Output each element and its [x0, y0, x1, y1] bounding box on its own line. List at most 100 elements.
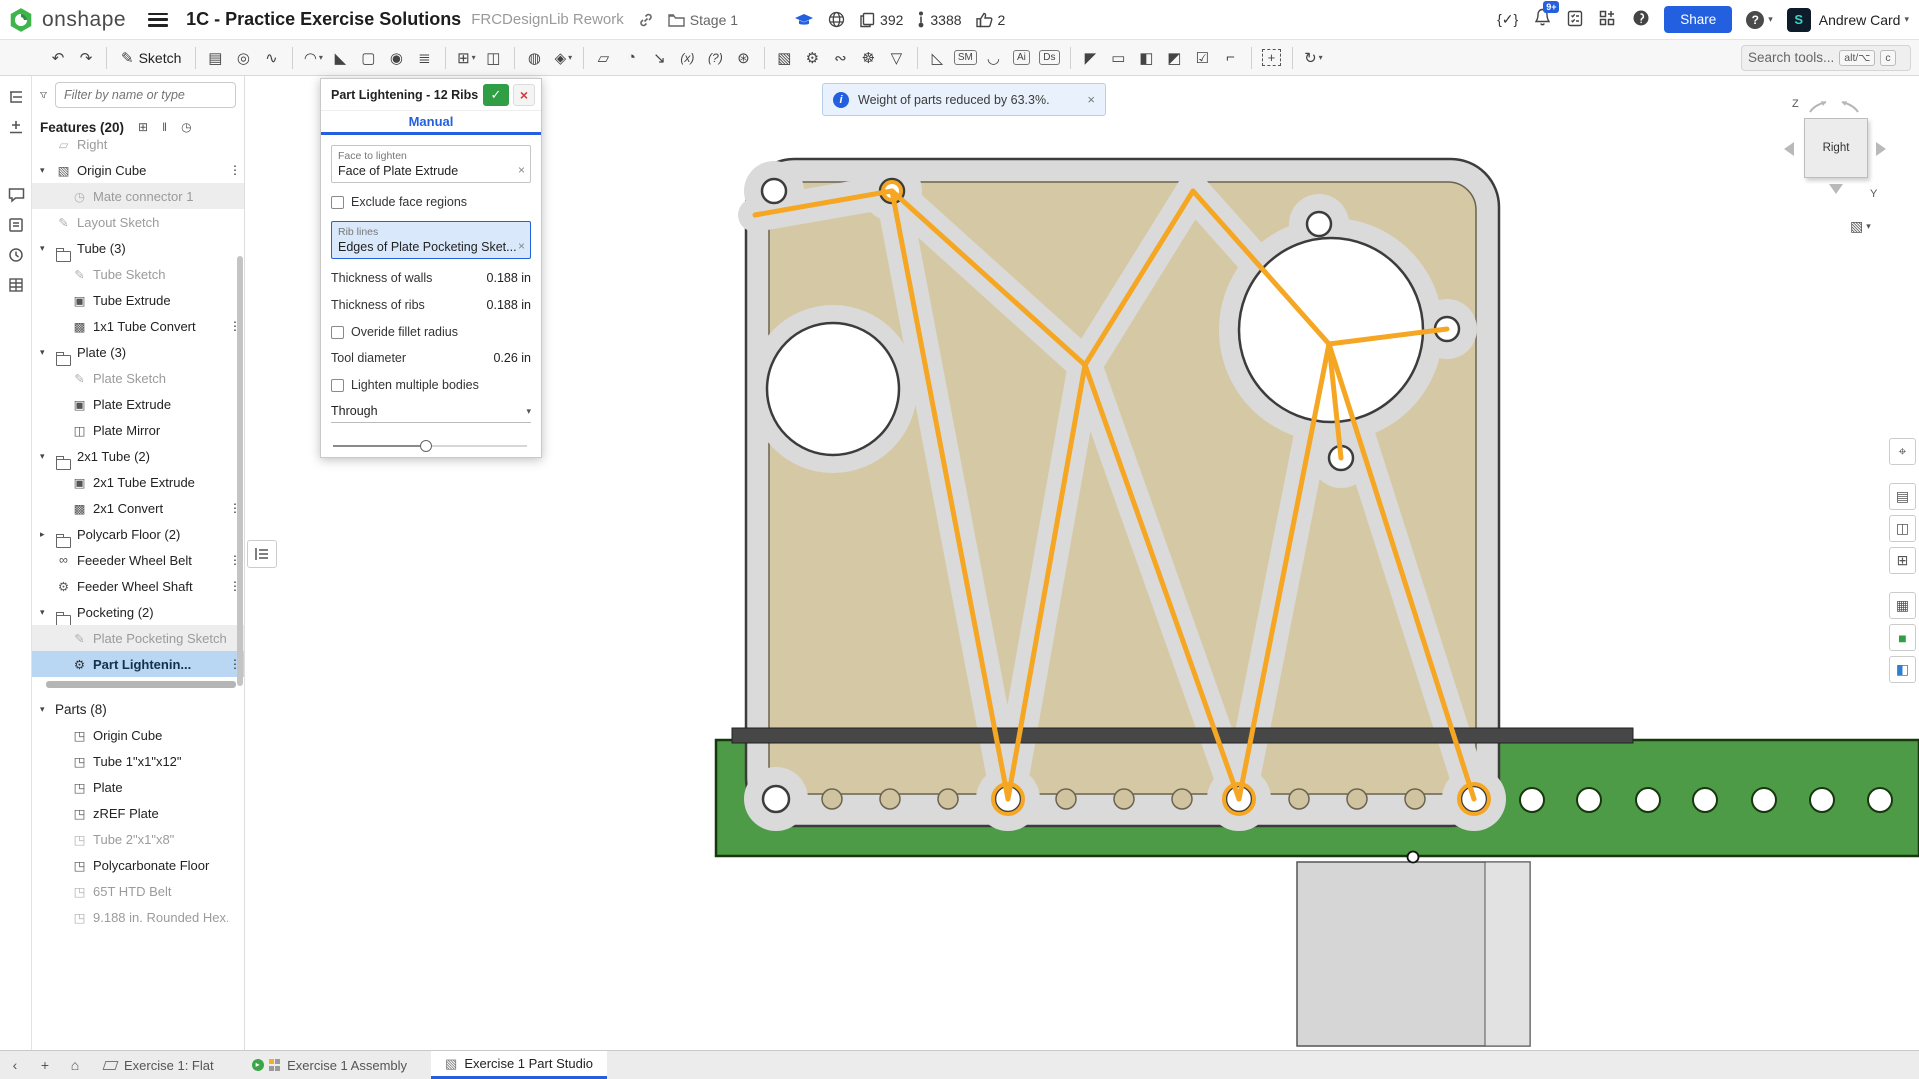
part-row[interactable]: ◳ Polycarbonate Floor: [32, 852, 244, 878]
face-to-lighten-field[interactable]: Face to lighten Face of Plate Extrude ×: [331, 145, 531, 183]
add-tab-icon[interactable]: +: [30, 1051, 60, 1079]
fs-search-icon[interactable]: (?): [703, 45, 729, 71]
feature-row[interactable]: ▾ Tube (3): [32, 235, 244, 261]
tool-icon[interactable]: [292, 47, 293, 69]
part-row[interactable]: ◳ 9.188 in. Rounded Hex...: [32, 904, 244, 930]
structure-icon[interactable]: [0, 82, 32, 112]
named-views-icon[interactable]: ◫: [1889, 515, 1916, 542]
feature-row[interactable]: ▾ Pocketing (2): [32, 599, 244, 625]
tab-exercise-1-flat[interactable]: Exercise 1: Flat: [90, 1051, 228, 1079]
user-caret-icon[interactable]: ▾: [1904, 14, 1909, 25]
fillet-icon[interactable]: ◠▾: [300, 45, 326, 71]
snapshot-icon[interactable]: ⌖: [1889, 438, 1916, 465]
tree-vertical-scrollbar[interactable]: [237, 256, 243, 686]
feature-list-flyout-button[interactable]: [247, 540, 277, 568]
primitive-cube-icon[interactable]: ▧: [772, 45, 798, 71]
tool-diameter-input[interactable]: 0.26 in: [493, 351, 531, 365]
replace-face-icon[interactable]: ◧: [1134, 45, 1160, 71]
appearance-panel-icon[interactable]: ■: [1889, 624, 1916, 651]
onshape-logo-icon[interactable]: [8, 7, 34, 33]
dialog-title-bar[interactable]: Part Lightening - 12 Ribs ✓ ×: [321, 79, 541, 111]
fork-icon[interactable]: [917, 11, 925, 28]
view-options-icon[interactable]: ⊞: [1889, 547, 1916, 574]
plane-icon[interactable]: ▱: [591, 45, 617, 71]
share-button[interactable]: Share: [1664, 6, 1732, 33]
slider-handle[interactable]: [420, 440, 432, 452]
feature-row[interactable]: ✎ Tube Sketch: [32, 261, 244, 287]
feature-row[interactable]: ✎ Plate Pocketing Sketch: [32, 625, 244, 651]
cancel-button[interactable]: ×: [513, 84, 535, 106]
lighten-multiple-bodies-checkbox[interactable]: [331, 379, 344, 392]
feature-row[interactable]: ▣ Plate Extrude: [32, 391, 244, 417]
undo-icon[interactable]: ↶: [45, 45, 71, 71]
help-icon[interactable]: ?: [1746, 11, 1764, 29]
caret-icon[interactable]: ▸: [40, 529, 55, 540]
versions-icon[interactable]: [0, 240, 32, 270]
add-element-icon[interactable]: [0, 112, 32, 142]
rotate-left-icon[interactable]: [1784, 142, 1794, 156]
feature-row[interactable]: ▸ Polycarb Floor (2): [32, 521, 244, 547]
delete-face-icon[interactable]: ▭: [1106, 45, 1132, 71]
feature-row[interactable]: ▩ 2x1 Convert ⋮: [32, 495, 244, 521]
part-row[interactable]: ◳ zREF Plate: [32, 800, 244, 826]
chamfer-icon[interactable]: ◣: [328, 45, 354, 71]
tab-exercise-1-part-studio[interactable]: ▧ Exercise 1 Part Studio: [431, 1051, 607, 1079]
feature-row[interactable]: ◷ Mate connector 1: [32, 183, 244, 209]
tool-icon[interactable]: [917, 47, 918, 69]
confirm-button[interactable]: ✓: [483, 84, 509, 106]
rotate-arrows[interactable]: [1752, 92, 1916, 118]
tool-icon[interactable]: [1070, 47, 1071, 69]
part-row[interactable]: ◳ Plate: [32, 774, 244, 800]
user-name[interactable]: Andrew Card: [1819, 12, 1901, 28]
override-fillet-radius-checkbox[interactable]: [331, 326, 344, 339]
feature-row[interactable]: ∞ Feeeder Wheel Belt ⋮: [32, 547, 244, 573]
parts-header[interactable]: ▾ Parts (8): [32, 696, 244, 722]
override-fillet-radius-row[interactable]: Overide fillet radius: [331, 325, 531, 339]
caret-icon[interactable]: ▾: [40, 607, 55, 618]
part-row[interactable]: ◳ Tube 2"x1"x8": [32, 826, 244, 852]
display-states-icon[interactable]: ◧: [1889, 656, 1916, 683]
hidden-items-icon[interactable]: ▦: [1889, 592, 1916, 619]
view-orient-icon[interactable]: ↻▾: [1300, 45, 1326, 71]
thread-icon[interactable]: ≣: [412, 45, 438, 71]
feature-row[interactable]: ▩ 1x1 Tube Convert ⋮: [32, 313, 244, 339]
featurescript-icon[interactable]: {✓}: [1497, 11, 1518, 28]
sketch-check-icon[interactable]: ☑: [1190, 45, 1216, 71]
thickness-of-walls-input[interactable]: 0.188 in: [487, 271, 531, 285]
feature-row[interactable]: ✎ Plate Sketch: [32, 365, 244, 391]
filter-input[interactable]: [55, 82, 236, 108]
home-icon[interactable]: ⌂: [60, 1051, 90, 1079]
collapse-tabs-icon[interactable]: ‹: [0, 1051, 30, 1079]
part-row[interactable]: ◳ Tube 1"x1"x12": [32, 748, 244, 774]
sweep-icon[interactable]: ∿: [259, 45, 285, 71]
feature-row[interactable]: ▾ 2x1 Tube (2): [32, 443, 244, 469]
feature-row[interactable]: ▾ ▧ Origin Cube ⋮: [32, 157, 244, 183]
depth-slider[interactable]: [333, 439, 527, 453]
end-condition-select[interactable]: Through ▾: [331, 404, 531, 423]
sheet-metal-flange-icon[interactable]: ◺: [925, 45, 951, 71]
learning-center-icon[interactable]: [1632, 9, 1650, 30]
clear-selection-icon[interactable]: ×: [518, 239, 525, 253]
boolean-icon[interactable]: ◍: [522, 45, 548, 71]
notes-icon[interactable]: [0, 210, 32, 240]
filter-funnel-icon[interactable]: ▽: [884, 45, 910, 71]
ai-icon[interactable]: Ai: [1009, 45, 1035, 71]
likes-thumb-icon[interactable]: [976, 12, 993, 28]
triad-icon[interactable]: +: [1259, 45, 1285, 71]
tab-manual[interactable]: Manual: [409, 114, 454, 129]
tool-icon[interactable]: [445, 47, 446, 69]
exclude-face-regions-checkbox[interactable]: [331, 196, 344, 209]
folder-name[interactable]: Stage 1: [690, 12, 738, 28]
view-cube-face[interactable]: Right: [1804, 118, 1868, 178]
transform-icon[interactable]: ↘: [647, 45, 673, 71]
tool-icon[interactable]: [1292, 47, 1293, 69]
tool-icon[interactable]: [764, 47, 765, 69]
mate-connector-icon[interactable]: ◔: [619, 45, 645, 71]
feature-row[interactable]: ▱ Right: [32, 131, 244, 157]
section-view-icon[interactable]: ▤: [1889, 483, 1916, 510]
extrude-icon[interactable]: ▤: [203, 45, 229, 71]
variable-icon[interactable]: (x): [675, 45, 701, 71]
rib-lines-field[interactable]: Rib lines Edges of Plate Pocketing Sket.…: [331, 221, 531, 259]
curve-icon[interactable]: ⌐: [1218, 45, 1244, 71]
mirror-icon[interactable]: ◫: [481, 45, 507, 71]
